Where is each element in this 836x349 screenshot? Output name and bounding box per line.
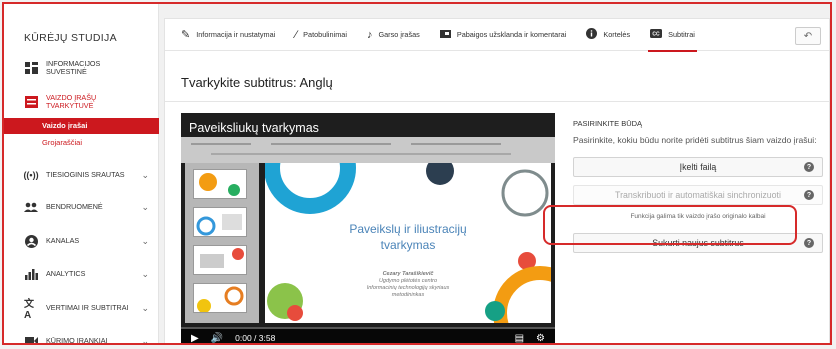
chevron-down-icon[interactable]: ⌄ (141, 269, 149, 280)
video-controls: ▶ 🔊 0:00 / 3:58 ▤ ⚙ (181, 327, 555, 344)
method-description: Pasirinkite, kokiu būdu norite pridėti s… (573, 135, 817, 145)
transcribe-sync-button[interactable]: Transkribuoti ir automatiškai sinchroniz… (573, 185, 823, 205)
sidebar-item-community[interactable]: BENDRUOMENĖ ⌄ (4, 200, 159, 214)
progress-bar[interactable] (181, 327, 555, 329)
sidebar-item-label: KŪRIMO ĮRANKIAI (46, 336, 108, 345)
tab-subtitles[interactable]: CC Subtitrai (640, 19, 705, 52)
help-icon[interactable]: ? (804, 238, 814, 248)
tab-label: Kortelės (603, 30, 631, 39)
chevron-down-icon[interactable]: ⌄ (141, 336, 149, 344)
sidebar-item-label: VAIZDO ĮRAŠŲ TVARKYTUVĖ (46, 93, 97, 110)
tab-audio[interactable]: ♪ Garso įrašas (357, 19, 430, 51)
pencil-icon: ✎ (181, 29, 191, 41)
chevron-down-icon[interactable]: ⌄ (141, 170, 149, 181)
tab-label: Subtitrai (668, 30, 695, 39)
powerpoint-ribbon (181, 137, 555, 163)
analytics-icon (24, 267, 38, 281)
sidebar-item-translations[interactable]: 文A VERTIMAI IR SUBTITRAI ⌄ (4, 299, 159, 321)
method-heading: PASIRINKITE BŪDĄ (573, 119, 643, 128)
main-panel: ✎ Informacija ir nustatymai ∕ Patobulini… (164, 18, 830, 344)
sidebar-item-analytics[interactable]: ANALYTICS ⌄ (4, 267, 159, 281)
help-icon[interactable]: ? (804, 190, 814, 200)
video-player[interactable]: Paveiksliukų tvarkymas Paveikslų ir iliu… (181, 113, 555, 344)
gear-icon[interactable]: ⚙ (536, 333, 545, 344)
sidebar-item-label: KANALAS (46, 236, 80, 245)
slide-author: Cezary Tarašikievič Ugdymo plėtotės cent… (366, 271, 450, 298)
slide-title: Paveikslų ir iliustracijų tvarkymas (349, 222, 467, 252)
help-icon[interactable]: ? (804, 162, 814, 172)
create-icon (24, 334, 38, 343)
sidebar-item-label: BENDRUOMENĖ (46, 202, 103, 211)
sidebar-item-label: INFORMACIJOS SUVESTINĖ (46, 59, 101, 76)
sidebar-item-label: VERTIMAI IR SUBTITRAI (46, 303, 129, 312)
sidebar-subitem-playlists[interactable]: Grojaraščiai (42, 138, 82, 147)
slide-thumbnails (185, 163, 259, 323)
cc-icon: CC (650, 28, 663, 41)
volume-icon[interactable]: 🔊 (211, 333, 223, 344)
tab-label: Garso įrašas (378, 30, 420, 39)
tab-enhancements[interactable]: ∕ Patobulinimai (285, 19, 357, 51)
info-icon (586, 27, 598, 42)
tab-info-settings[interactable]: ✎ Informacija ir nustatymai (165, 19, 285, 51)
video-manager-icon (24, 95, 38, 109)
dashboard-icon (24, 61, 38, 75)
sidebar-subitem-videos[interactable]: Vaizdo įrašai (4, 118, 159, 134)
music-note-icon: ♪ (366, 28, 373, 41)
tab-bar: ✎ Informacija ir nustatymai ∕ Patobulini… (165, 19, 829, 52)
tab-end-screen[interactable]: Pabaigos užsklanda ir komentarai (430, 19, 577, 51)
tab-label: Pabaigos užsklanda ir komentarai (456, 30, 567, 39)
sidebar-item-channel[interactable]: KANALAS ⌄ (4, 234, 159, 248)
tab-label: Patobulinimai (303, 30, 347, 39)
chevron-down-icon[interactable]: ⌄ (141, 303, 149, 314)
sidebar-item-live[interactable]: ((•)) TIESIOGINIS SRAUTAS ⌄ (4, 168, 159, 182)
sidebar-item-label: ANALYTICS (46, 269, 86, 278)
divider (165, 101, 829, 102)
end-screen-icon (439, 29, 451, 41)
sidebar-item-video-manager[interactable]: VAIZDO ĮRAŠŲ TVARKYTUVĖ (4, 94, 159, 110)
back-button[interactable]: ↶ (795, 27, 821, 45)
sidebar-item-label: TIESIOGINIS SRAUTAS (46, 170, 125, 179)
page-title: Tvarkykite subtitrus: Anglų (181, 75, 333, 90)
highlight-annotation (543, 205, 797, 245)
app-window: KŪRĖJŲ STUDIJA INFORMACIJOS SUVESTINĖ VA… (2, 2, 832, 345)
chevron-down-icon[interactable]: ⌄ (141, 236, 149, 247)
translate-icon: 文A (24, 299, 34, 321)
magic-wand-icon: ∕ (295, 28, 298, 41)
chevron-down-icon[interactable]: ⌄ (141, 202, 149, 213)
tab-label: Informacija ir nustatymai (196, 30, 276, 39)
channel-icon (24, 234, 38, 248)
studio-title[interactable]: KŪRĖJŲ STUDIJA (24, 32, 117, 44)
slide-preview: Paveikslų ir iliustracijų tvarkymas Ceza… (265, 163, 551, 323)
sidebar: KŪRĖJŲ STUDIJA INFORMACIJOS SUVESTINĖ VA… (4, 4, 159, 343)
svg-text:CC: CC (653, 31, 661, 37)
sidebar-item-dashboard[interactable]: INFORMACIJOS SUVESTINĖ (4, 60, 159, 76)
live-icon: ((•)) (23, 170, 39, 180)
community-icon (24, 200, 38, 214)
video-title[interactable]: Paveiksliukų tvarkymas (189, 121, 319, 135)
upload-file-button[interactable]: Įkelti failą ? (573, 157, 823, 177)
cc-icon[interactable]: ▤ (515, 333, 524, 344)
tab-cards[interactable]: Kortelės (576, 19, 640, 51)
undo-arrow-icon: ↶ (803, 30, 813, 42)
sidebar-item-create[interactable]: KŪRIMO ĮRANKIAI ⌄ (4, 334, 159, 345)
time-display: 0:00 / 3:58 (235, 333, 276, 343)
play-icon[interactable]: ▶ (191, 333, 199, 344)
